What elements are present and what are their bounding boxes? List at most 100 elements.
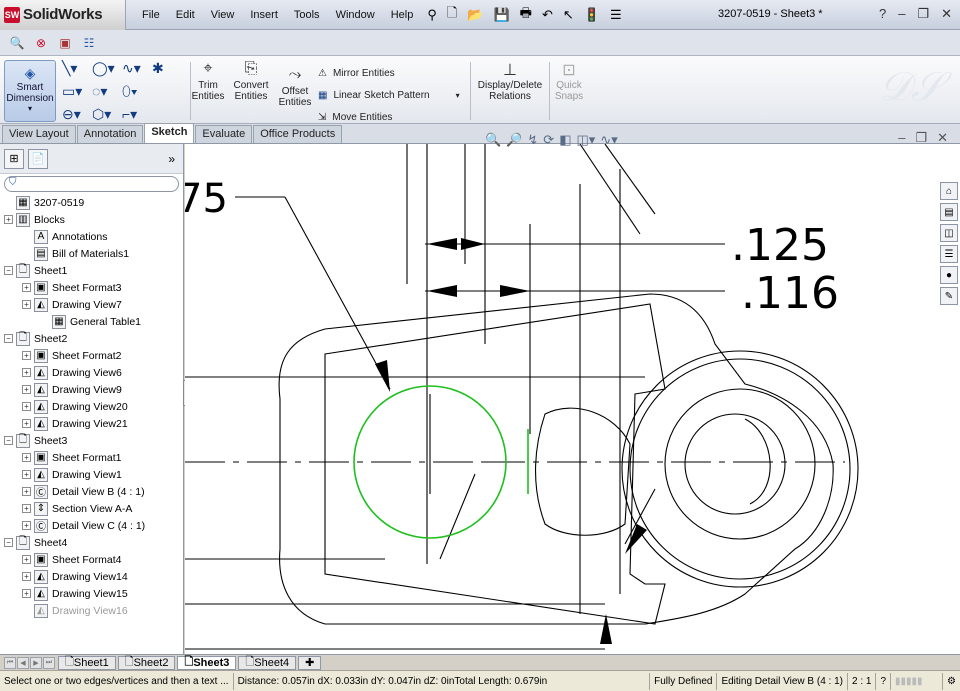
menu-edit[interactable]: Edit — [168, 9, 203, 21]
tree-item[interactable]: + ▣ Sheet Format4 — [22, 551, 121, 568]
convert-entities-button[interactable]: ⎘ Convert Entities — [230, 60, 272, 102]
dimension-text-125[interactable]: .125 — [731, 220, 829, 271]
section-view-icon[interactable]: ◧ — [559, 132, 571, 148]
dimension-text-partial[interactable]: 75 — [185, 176, 228, 222]
tree-item[interactable]: ◭ Drawing View16 — [22, 602, 128, 619]
last-sheet-icon[interactable]: ⏭ — [43, 656, 55, 669]
expand-icon[interactable]: + — [22, 300, 31, 309]
expand-icon[interactable]: + — [22, 589, 31, 598]
expand-icon[interactable]: + — [22, 351, 31, 360]
first-sheet-icon[interactable]: ⏮ — [4, 656, 16, 669]
tree-item[interactable]: + ◭ Drawing View15 — [22, 585, 128, 602]
arc-icon[interactable]: ◌▾ — [92, 83, 122, 100]
tree-item[interactable]: ▤ Bill of Materials1 — [22, 245, 129, 262]
minimize-icon[interactable]: – — [898, 6, 905, 22]
property-icon[interactable]: ▣ — [56, 34, 74, 52]
tree-item[interactable]: + Ⓒ Detail View C (4 : 1) — [22, 517, 145, 534]
restore-icon[interactable]: ❐ — [917, 6, 929, 22]
open-folder-icon[interactable]: 📂 — [467, 7, 483, 23]
add-sheet-tab[interactable]: ✚ — [298, 655, 322, 670]
options-icon[interactable]: ☰ — [610, 7, 622, 23]
cancel-icon[interactable]: ⊗ — [32, 34, 50, 52]
line-icon[interactable]: ╲▾ — [62, 60, 92, 77]
menu-tools[interactable]: Tools — [286, 9, 328, 21]
status-help-icon[interactable]: ? — [876, 672, 892, 690]
expand-icon[interactable]: + — [22, 402, 31, 411]
display-delete-relations-button[interactable]: ⊥ Display/Delete Relations — [474, 60, 546, 102]
tab-sketch[interactable]: Sketch — [144, 123, 195, 143]
help-icon[interactable]: ? — [879, 6, 886, 22]
view-minimize-icon[interactable]: – — [898, 130, 905, 146]
tree-item[interactable]: + ◭ Drawing View20 — [22, 398, 128, 415]
offset-entities-button[interactable]: ⤳ Offset Entities — [276, 66, 314, 108]
print-icon[interactable]: 🖶 — [520, 4, 532, 26]
tab-annotation[interactable]: Annotation — [76, 125, 144, 143]
tree-item[interactable]: + ⇕ Section View A-A — [22, 500, 132, 517]
slot-icon[interactable]: ⊖▾ — [62, 106, 92, 123]
tree-item[interactable]: + Ⓒ Detail View B (4 : 1) — [22, 483, 145, 500]
tree-item[interactable]: A Annotations — [22, 228, 107, 245]
new-document-icon[interactable]: 🗋 — [447, 4, 457, 26]
feature-tree-tab-icon[interactable]: ⊞ — [4, 148, 24, 169]
tree-item[interactable]: + ▣ Sheet Format3 — [22, 279, 121, 296]
expand-icon[interactable]: + — [22, 504, 31, 513]
tree-item[interactable]: + ▣ Sheet Format1 — [22, 449, 121, 466]
undo-icon[interactable]: ↶ — [542, 7, 553, 23]
prev-sheet-icon[interactable]: ◀ — [17, 656, 29, 669]
chevron-down-icon[interactable]: ▾ — [5, 104, 55, 113]
collapse-icon[interactable]: − — [4, 334, 13, 343]
view-close-icon[interactable]: ✕ — [937, 130, 948, 146]
view-restore-icon[interactable]: ❐ — [915, 130, 927, 146]
point-icon[interactable]: ✱ — [152, 60, 182, 77]
tree-item[interactable]: + ◭ Drawing View21 — [22, 415, 128, 432]
chevron-down-icon[interactable]: ▾ — [456, 91, 460, 100]
collapse-icon[interactable]: − — [4, 436, 13, 445]
next-sheet-icon[interactable]: ▶ — [30, 656, 42, 669]
expand-icon[interactable]: + — [22, 385, 31, 394]
rebuild-icon[interactable]: 🚦 — [584, 7, 600, 23]
zoom-fit-icon[interactable]: 🔍 — [485, 132, 501, 148]
expand-icon[interactable]: + — [22, 368, 31, 377]
expand-icon[interactable]: + — [22, 521, 31, 530]
menu-file[interactable]: File — [134, 9, 168, 21]
tree-item[interactable]: + ▥ Blocks — [4, 211, 65, 228]
home-icon[interactable]: ⌂ — [940, 182, 958, 200]
fillet-icon[interactable]: ⌐▾ — [122, 106, 152, 123]
menu-insert[interactable]: Insert — [242, 9, 286, 21]
tree-item[interactable]: ▦ 3207-0519 — [4, 194, 84, 211]
sheet-tab-4[interactable]: 🗋 Sheet4 — [238, 655, 297, 670]
tree-item[interactable]: ▦ General Table1 — [40, 313, 141, 330]
menu-view[interactable]: View — [203, 9, 243, 21]
expand-icon[interactable]: + — [22, 283, 31, 292]
tab-office-products[interactable]: Office Products — [253, 125, 343, 143]
pin-icon[interactable]: ⚲ — [427, 7, 437, 23]
solidworks-logo[interactable]: SW SolidWorks — [0, 0, 126, 30]
list-icon[interactable]: ☷ — [80, 34, 98, 52]
circle-icon[interactable]: ◯▾ — [92, 60, 122, 77]
sheet-tab-2[interactable]: 🗋 Sheet2 — [117, 655, 176, 670]
dimension-text-116[interactable]: .116 — [741, 268, 839, 319]
expand-icon[interactable]: + — [22, 572, 31, 581]
rectangle-icon[interactable]: ▭▾ — [62, 83, 92, 100]
sheet-tab-3[interactable]: 🗋 Sheet3 — [177, 655, 237, 670]
expand-icon[interactable]: + — [4, 215, 13, 224]
zoom-area-icon[interactable]: 🔎 — [506, 132, 522, 148]
display-style-icon[interactable]: ◫▾ — [576, 132, 595, 148]
view-palette-icon[interactable]: ☰ — [940, 245, 958, 263]
menu-window[interactable]: Window — [328, 9, 383, 21]
tree-item[interactable]: − 🗋 Sheet3 — [4, 432, 67, 449]
sheet-tab-1[interactable]: 🗋 Sheet1 — [58, 655, 116, 670]
tree-item[interactable]: + ◭ Drawing View1 — [22, 466, 122, 483]
tree-item[interactable]: − 🗋 Sheet4 — [4, 534, 67, 551]
tree-item[interactable]: + ◭ Drawing View6 — [22, 364, 122, 381]
tab-view-layout[interactable]: View Layout — [2, 125, 76, 143]
tree-item[interactable]: + ◭ Drawing View7 — [22, 296, 122, 313]
expand-icon[interactable]: + — [22, 453, 31, 462]
tree-item[interactable]: + ▣ Sheet Format2 — [22, 347, 121, 364]
trim-entities-button[interactable]: ⌖ Trim Entities — [190, 60, 226, 102]
select-arrow-icon[interactable]: ↖ — [563, 7, 574, 23]
rotate-icon[interactable]: ⟳ — [543, 132, 554, 148]
collapse-icon[interactable]: − — [4, 538, 13, 547]
expand-icon[interactable]: + — [22, 487, 31, 496]
polygon-icon[interactable]: ⬡▾ — [92, 106, 122, 123]
